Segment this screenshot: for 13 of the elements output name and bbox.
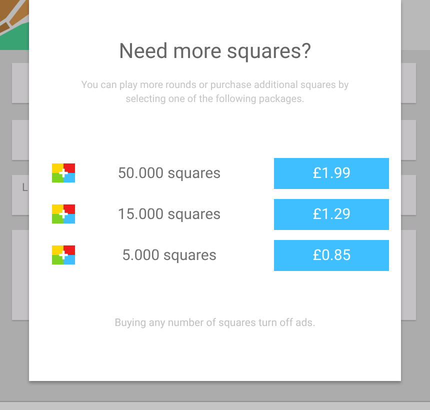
dialog-title: Need more squares? (118, 39, 312, 66)
card-label: L (22, 181, 28, 194)
squares-icon (52, 163, 75, 183)
squares-icon (52, 245, 75, 265)
dialog-message: You can play more rounds or purchase additional squares by selecting one of the following packages. (80, 79, 350, 107)
price-button[interactable]: £1.99 (274, 158, 389, 188)
price-button[interactable]: £1.29 (274, 198, 389, 230)
squares-icon (52, 204, 75, 224)
package-name: 5.000 squares (120, 246, 218, 264)
package-name: 15.000 squares (116, 205, 222, 223)
package-name: 50.000 squares (116, 164, 222, 182)
price-button[interactable]: £0.85 (274, 240, 389, 270)
footer-note: Buying any number of squares turn off ads. (114, 316, 316, 329)
